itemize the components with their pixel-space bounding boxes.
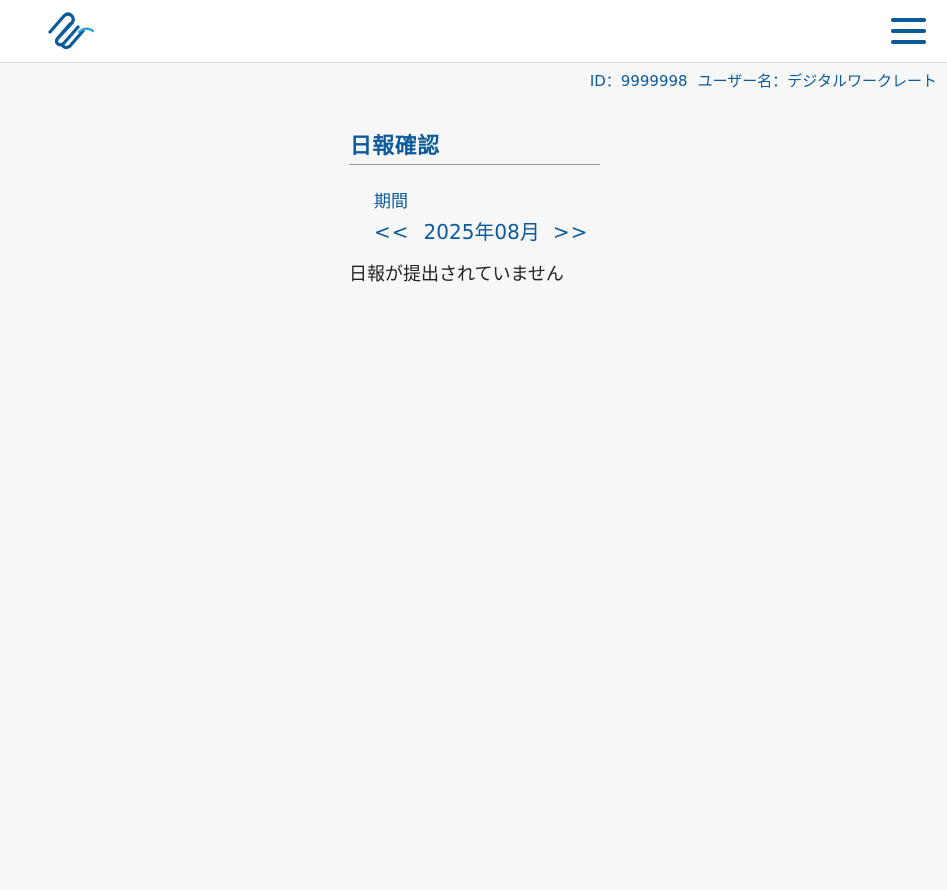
period-label: 期間: [374, 192, 408, 212]
menu-bar: [891, 18, 926, 22]
user-name: ユーザー名：デジタルワークレート: [697, 72, 937, 90]
next-month-link[interactable]: >>: [553, 220, 589, 244]
app-header: [0, 0, 947, 63]
user-id: ID：9999998: [589, 72, 688, 90]
main-content: 日報確認 期間 << 2025年08月 >> 日報が提出されていません: [349, 128, 609, 286]
page-title: 日報確認: [349, 128, 600, 165]
prev-month-link[interactable]: <<: [374, 220, 410, 244]
user-info: ID：9999998 ユーザー名：デジタルワークレート: [590, 70, 937, 91]
menu-bar: [891, 29, 926, 33]
current-period: 2025年08月: [423, 220, 540, 244]
period-navigator: << 2025年08月 >>: [374, 216, 609, 245]
app-logo-icon[interactable]: [46, 10, 96, 52]
empty-state-message: 日報が提出されていません: [349, 264, 564, 285]
menu-bar: [891, 40, 926, 44]
hamburger-menu-icon[interactable]: [889, 16, 927, 46]
